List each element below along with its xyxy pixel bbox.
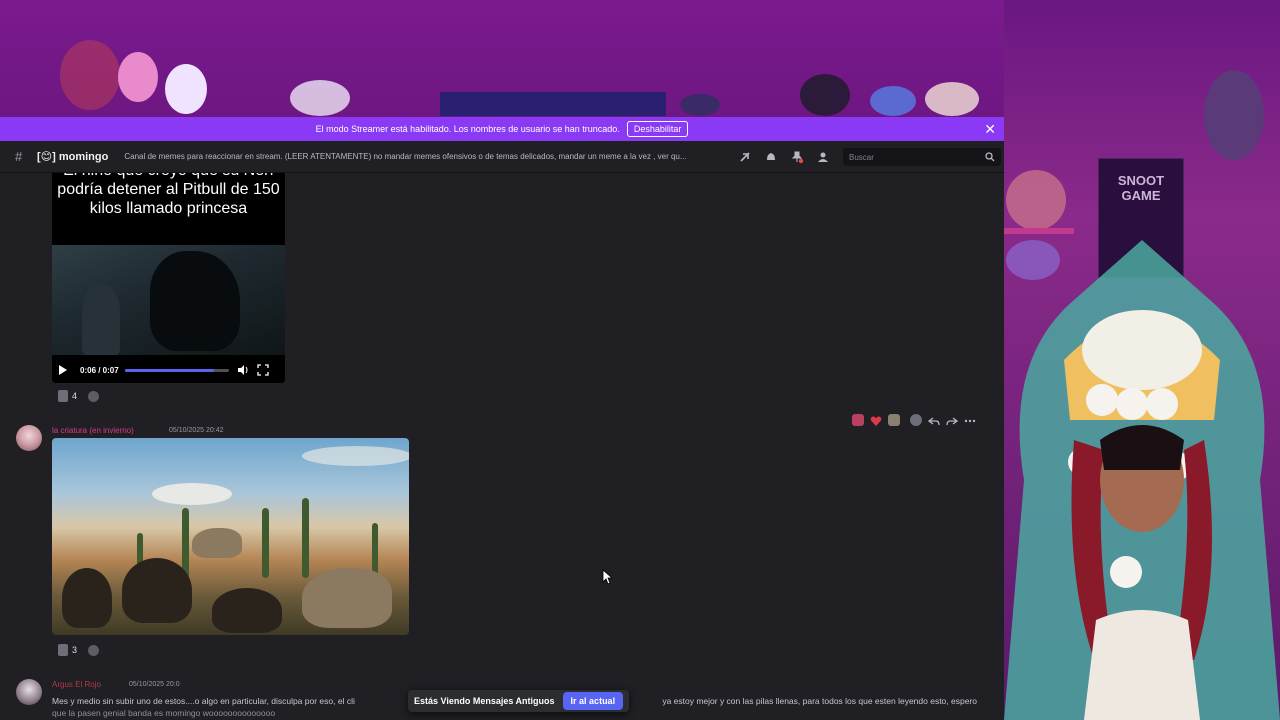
shelf [1004, 228, 1074, 234]
cloud-shape [302, 446, 409, 466]
channel-topic[interactable]: Canal de memes para reaccionar en stream… [124, 152, 728, 161]
fullscreen-icon[interactable] [257, 364, 269, 376]
more-options-icon[interactable] [964, 414, 976, 426]
discord-window: El modo Streamer está habilitado. Los no… [0, 117, 1004, 720]
reaction-bar: 3 [58, 642, 100, 658]
cloud-shape [152, 483, 232, 505]
dinosaur-shape [192, 528, 242, 558]
message-text: Mes y medio sin subir uno de estos....o … [52, 696, 355, 706]
figurine [1204, 70, 1264, 160]
old-messages-label: Estás Viendo Mensajes Antiguos [414, 696, 555, 706]
reply-icon[interactable] [927, 414, 940, 426]
mouse-cursor-icon [602, 569, 612, 585]
thumbs-emoji-icon [58, 390, 68, 402]
video-controls: 0:06 / 0:07 [52, 357, 285, 383]
forward-icon[interactable] [946, 414, 959, 426]
streamer-mode-banner: El modo Streamer está habilitado. Los no… [0, 117, 1004, 141]
figurine [165, 64, 207, 114]
figurine [60, 40, 120, 110]
dinosaur-shape [212, 588, 282, 633]
video-figure [82, 285, 120, 355]
dinosaur-shape [302, 568, 392, 628]
video-caption: El niño que creyó que su Nerf podría det… [57, 173, 280, 217]
reaction-count: 4 [72, 391, 78, 401]
disable-streamer-button[interactable]: Deshabilitar [626, 121, 689, 137]
channel-hash-icon: # [15, 149, 23, 164]
search-bar[interactable] [843, 148, 1001, 166]
figurine [290, 80, 350, 116]
dinosaur-shape [62, 568, 112, 628]
figurine [118, 52, 158, 102]
volume-icon[interactable] [237, 364, 249, 376]
message-timestamp: 05/10/2025 20:42 [169, 427, 224, 434]
figurine [1006, 170, 1066, 230]
jump-to-present-button[interactable]: Ir al actual [562, 692, 624, 710]
reaction-pill[interactable]: 3 [58, 644, 77, 656]
reaction-count: 3 [72, 645, 78, 655]
thumbs-emoji-icon [58, 644, 68, 656]
message-actions [852, 414, 976, 426]
members-icon[interactable] [816, 150, 830, 164]
message-author[interactable]: la criatura (en invierno) [52, 426, 134, 435]
dinosaur-shape [122, 558, 192, 623]
heart-icon[interactable] [870, 414, 882, 426]
search-icon[interactable] [985, 152, 995, 162]
figurine [870, 86, 916, 116]
search-input[interactable] [849, 152, 979, 162]
streamer-mode-message: El modo Streamer está habilitado. Los no… [315, 124, 620, 134]
image-attachment[interactable] [52, 438, 409, 635]
video-progress-bar[interactable] [124, 368, 229, 372]
video-progress-fill [124, 368, 215, 372]
message-timestamp: 05/10/2025 20:0 [129, 681, 180, 688]
add-reaction-icon[interactable] [88, 644, 100, 656]
figurine [800, 74, 850, 116]
cactus-shape [262, 508, 269, 578]
message-author[interactable]: Argus El Rojo [52, 680, 101, 689]
video-attachment[interactable]: El niño que creyó que su Nerf podría det… [52, 173, 285, 383]
figurine [680, 94, 720, 116]
pin-icon[interactable] [790, 150, 804, 164]
figurine [925, 82, 979, 116]
vtuber-avatar [1004, 240, 1280, 720]
reaction-pill[interactable]: 4 [58, 390, 77, 402]
video-figure [150, 251, 240, 351]
add-reaction-icon[interactable] [910, 414, 922, 426]
bell-icon[interactable] [764, 150, 778, 164]
cactus-shape [302, 498, 309, 578]
video-frame [52, 245, 285, 355]
close-icon[interactable]: ✕ [984, 121, 996, 138]
threads-icon[interactable] [738, 150, 752, 164]
emoji-reaction-icon[interactable] [888, 414, 900, 426]
old-messages-banner: Estás Viendo Mensajes Antiguos Ir al act… [408, 690, 630, 712]
reaction-bar: 4 [58, 388, 100, 404]
avatar[interactable] [16, 425, 42, 451]
monitor-shape [440, 92, 666, 116]
emoji-reaction-icon[interactable] [852, 414, 864, 426]
video-time: 0:06 / 0:07 [80, 365, 119, 375]
channel-header: # [😊] momingo Canal de memes para reacci… [0, 141, 1004, 173]
channel-name: [😊] momingo [37, 151, 109, 163]
play-icon[interactable] [58, 364, 68, 376]
add-reaction-icon[interactable] [88, 390, 100, 402]
message-text: ya estoy mejor y con las pilas llenas, p… [662, 696, 977, 706]
avatar[interactable] [16, 679, 42, 705]
